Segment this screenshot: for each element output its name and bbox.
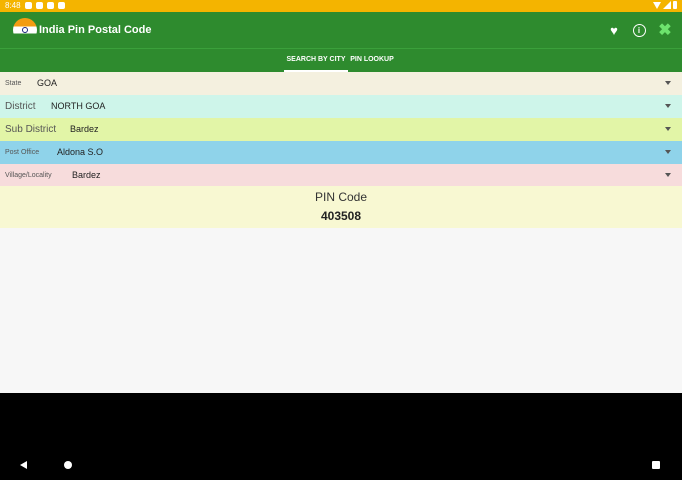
district-dropdown[interactable]: District NORTH GOA bbox=[0, 95, 682, 118]
notification-icons bbox=[25, 2, 65, 9]
state-value: GOA bbox=[37, 78, 58, 88]
post-office-label: Post Office bbox=[5, 149, 40, 156]
village-locality-dropdown[interactable]: Village/Locality Bardez bbox=[0, 164, 682, 187]
chevron-down-icon bbox=[665, 81, 671, 85]
notification-icon bbox=[36, 2, 43, 9]
status-bar: 8:48 bbox=[0, 0, 682, 12]
district-label: District bbox=[5, 101, 36, 112]
notification-icon bbox=[47, 2, 54, 9]
heart-icon[interactable]: ♥ bbox=[605, 21, 623, 39]
tab-search-by-city[interactable]: SEARCH BY CITY bbox=[284, 49, 348, 72]
close-x-icon[interactable]: ✖ bbox=[656, 21, 674, 39]
chevron-down-icon bbox=[665, 150, 671, 154]
sub-district-label: Sub District bbox=[5, 124, 57, 135]
back-icon[interactable] bbox=[20, 461, 27, 469]
pin-code-value: 403508 bbox=[320, 209, 362, 223]
tab-label: PIN LOOKUP bbox=[350, 56, 394, 63]
app-title: India Pin Postal Code bbox=[39, 24, 152, 36]
chevron-down-icon bbox=[665, 173, 671, 177]
home-icon[interactable] bbox=[64, 461, 72, 469]
app-bar: India Pin Postal Code ♥ i ✖ bbox=[0, 12, 682, 48]
pin-code-label: PIN Code bbox=[314, 190, 368, 204]
system-icons bbox=[653, 1, 677, 9]
status-time: 8:48 bbox=[5, 1, 21, 10]
pin-code-result: PIN Code 403508 bbox=[0, 186, 682, 228]
tab-pin-lookup[interactable]: PIN LOOKUP bbox=[348, 49, 396, 72]
district-value: NORTH GOA bbox=[51, 101, 106, 111]
chevron-down-icon bbox=[665, 104, 671, 108]
sub-district-value: Bardez bbox=[70, 124, 99, 134]
village-locality-value: Bardez bbox=[72, 170, 101, 180]
village-locality-label: Village/Locality bbox=[5, 172, 52, 179]
state-dropdown[interactable]: State GOA bbox=[0, 72, 682, 95]
battery-icon bbox=[673, 1, 677, 9]
system-nav-bar bbox=[0, 393, 682, 480]
main-content: State GOA District NORTH GOA Sub Distric… bbox=[0, 72, 682, 393]
sub-district-dropdown[interactable]: Sub District Bardez bbox=[0, 118, 682, 141]
notification-icon bbox=[58, 2, 65, 9]
post-office-dropdown[interactable]: Post Office Aldona S.O bbox=[0, 141, 682, 164]
recents-icon[interactable] bbox=[652, 461, 660, 469]
wifi-icon bbox=[653, 1, 661, 9]
info-icon[interactable]: i bbox=[630, 21, 648, 39]
state-label: State bbox=[5, 80, 22, 87]
tab-label: SEARCH BY CITY bbox=[286, 56, 346, 63]
india-flag-pin-icon bbox=[13, 18, 37, 42]
tab-bar: SEARCH BY CITY PIN LOOKUP bbox=[0, 48, 682, 72]
post-office-value: Aldona S.O bbox=[57, 147, 104, 157]
notification-icon bbox=[25, 2, 32, 9]
chevron-down-icon bbox=[665, 127, 671, 131]
signal-icon bbox=[663, 1, 671, 9]
